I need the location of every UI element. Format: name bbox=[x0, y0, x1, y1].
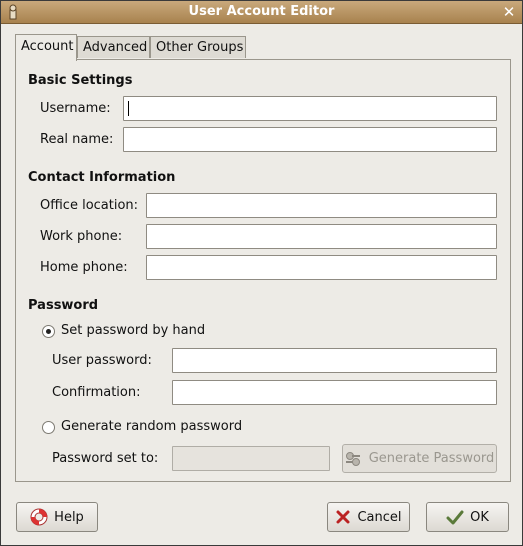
app-icon[interactable] bbox=[7, 4, 19, 20]
ok-hand-icon bbox=[446, 510, 464, 525]
tab-other-groups-label: Other Groups bbox=[156, 40, 244, 55]
window-title: User Account Editor bbox=[188, 4, 335, 19]
realname-label: Real name: bbox=[40, 132, 114, 147]
user-password-input[interactable] bbox=[172, 348, 497, 373]
confirmation-input[interactable] bbox=[172, 380, 497, 405]
generate-random-radio[interactable] bbox=[42, 421, 55, 434]
office-location-input[interactable] bbox=[146, 193, 497, 218]
home-phone-input[interactable] bbox=[146, 255, 497, 280]
set-by-hand-radio[interactable] bbox=[42, 325, 55, 338]
help-button[interactable]: Help bbox=[16, 502, 98, 532]
confirmation-label: Confirmation: bbox=[52, 385, 141, 400]
close-icon[interactable]: ✕ bbox=[501, 4, 517, 20]
username-input[interactable] bbox=[123, 96, 497, 121]
keys-icon bbox=[345, 451, 360, 466]
tab-account[interactable]: Account bbox=[15, 34, 77, 61]
tab-account-label: Account bbox=[21, 39, 74, 54]
cancel-button[interactable]: Cancel bbox=[327, 502, 410, 532]
tab-other-groups[interactable]: Other Groups bbox=[150, 36, 246, 58]
home-phone-label: Home phone: bbox=[40, 260, 128, 275]
user-password-label: User password: bbox=[52, 353, 152, 368]
user-account-editor-window: User Account Editor ✕ Account Advanced O… bbox=[0, 0, 523, 546]
text-cursor bbox=[128, 101, 129, 116]
work-phone-input[interactable] bbox=[146, 224, 497, 249]
password-set-to-label: Password set to: bbox=[52, 451, 159, 466]
set-by-hand-label[interactable]: Set password by hand bbox=[61, 323, 205, 338]
generate-password-label: Generate Password bbox=[368, 451, 495, 466]
generate-password-button[interactable]: Generate Password bbox=[342, 444, 497, 473]
password-set-to-field bbox=[172, 446, 330, 471]
tab-advanced-label: Advanced bbox=[83, 40, 148, 55]
help-lifebuoy-icon bbox=[30, 508, 48, 526]
password-heading: Password bbox=[28, 298, 99, 313]
cancel-label: Cancel bbox=[357, 509, 402, 525]
contact-information-heading: Contact Information bbox=[28, 170, 176, 185]
ok-button[interactable]: OK bbox=[426, 502, 509, 532]
title-bar[interactable]: User Account Editor ✕ bbox=[1, 1, 522, 24]
generate-random-label[interactable]: Generate random password bbox=[61, 419, 242, 434]
basic-settings-heading: Basic Settings bbox=[28, 73, 133, 88]
realname-input[interactable] bbox=[123, 127, 497, 152]
work-phone-label: Work phone: bbox=[40, 229, 123, 244]
username-label: Username: bbox=[40, 101, 111, 116]
ok-label: OK bbox=[470, 509, 489, 525]
cancel-x-icon bbox=[336, 510, 350, 524]
office-location-label: Office location: bbox=[40, 198, 139, 213]
help-label: Help bbox=[54, 509, 84, 525]
tab-advanced[interactable]: Advanced bbox=[77, 36, 150, 58]
